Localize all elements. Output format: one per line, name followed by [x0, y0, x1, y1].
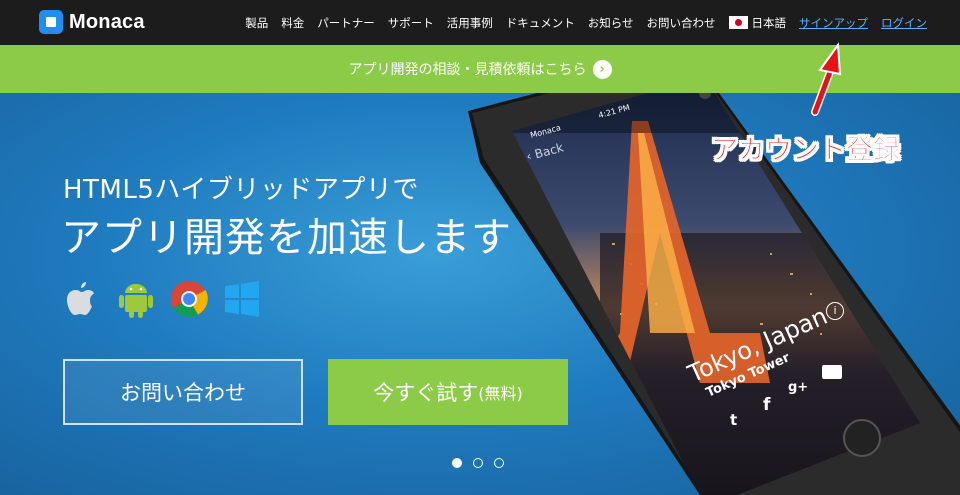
account-registration-annotation: アカウント登録	[711, 135, 901, 167]
annotation-arrow-icon	[811, 42, 842, 116]
